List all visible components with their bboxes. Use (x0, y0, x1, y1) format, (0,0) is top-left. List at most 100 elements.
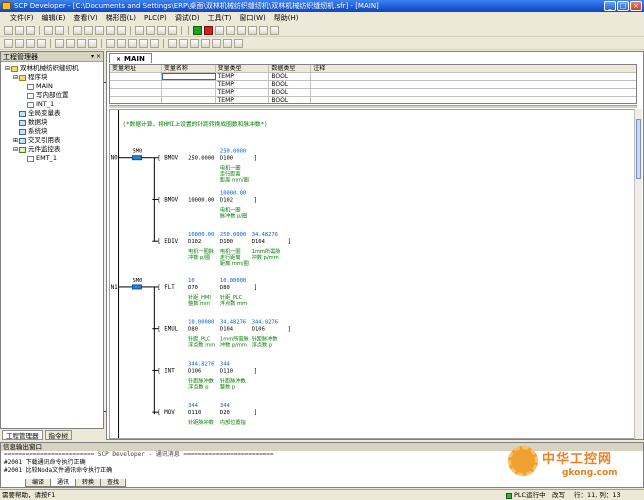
compile-icon[interactable] (146, 26, 155, 35)
table-cell[interactable] (161, 73, 216, 80)
step-icon[interactable] (226, 26, 235, 35)
table-cell[interactable] (162, 97, 216, 103)
tab-find[interactable]: 查找 (100, 479, 127, 487)
delete-row-icon[interactable] (179, 39, 188, 48)
table-cell[interactable]: TEMP (216, 89, 270, 96)
cut-icon[interactable] (73, 26, 82, 35)
menu-file[interactable]: 文件(F) (6, 12, 38, 24)
zoom-out-icon[interactable] (234, 39, 243, 48)
table-row[interactable]: TEMP BOOL (110, 73, 636, 81)
copy-icon[interactable] (84, 26, 93, 35)
menu-ladder[interactable]: 梯形图(L) (102, 12, 140, 24)
pane-controls[interactable]: ▾ × (91, 52, 101, 62)
reset-coil-icon[interactable] (150, 39, 159, 48)
tree-item[interactable]: ⊟ 元件监控表 (4, 145, 103, 154)
new-file-icon[interactable] (4, 26, 13, 35)
delete-network-icon[interactable] (201, 39, 210, 48)
expand-toggle-icon[interactable]: ⊟ (12, 73, 19, 82)
stop-icon[interactable] (204, 26, 213, 35)
tree-item[interactable]: 数据块 (4, 118, 103, 127)
ladder-diagram[interactable]: (*数据计算，将HMI上设置的针距转换成圈数和脉冲数*)N0N1SM0SM0[B… (109, 109, 635, 439)
tab-close-icon[interactable]: × (116, 56, 121, 63)
write-icon[interactable] (259, 26, 268, 35)
scrollbar-thumb[interactable] (636, 119, 641, 179)
rising-edge-icon[interactable] (106, 39, 115, 48)
upload-icon[interactable] (157, 26, 166, 35)
table-cell[interactable] (110, 97, 162, 103)
tab-instruction-tree[interactable]: 指令树 (44, 430, 72, 440)
tree-item[interactable]: EMT_1 (4, 154, 103, 163)
undo-icon[interactable] (106, 26, 115, 35)
monitor-icon[interactable] (215, 26, 224, 35)
table-cell[interactable] (110, 73, 162, 80)
vline-icon[interactable] (66, 39, 75, 48)
expand-toggle-icon[interactable]: ⊟ (4, 64, 11, 73)
delete-hline-icon[interactable] (77, 39, 86, 48)
tab-communication[interactable]: 通讯 (50, 479, 77, 487)
close-button[interactable]: × (630, 1, 642, 11)
print-preview-icon[interactable] (55, 26, 64, 35)
minimize-button[interactable]: _ (604, 1, 616, 11)
tree-item[interactable]: 写内部位置 (4, 91, 103, 100)
menu-window[interactable]: 窗口(W) (235, 12, 269, 24)
insert-row-icon[interactable] (168, 39, 177, 48)
menu-edit[interactable]: 编辑(E) (38, 12, 70, 24)
menu-debug[interactable]: 调试(D) (171, 12, 204, 24)
open-folder-icon[interactable] (15, 26, 24, 35)
contact-icon[interactable] (131, 284, 142, 290)
help-icon[interactable] (270, 26, 279, 35)
zoom-in-icon[interactable] (223, 39, 232, 48)
hline-icon[interactable] (55, 39, 64, 48)
coil-icon[interactable] (26, 39, 35, 48)
menu-help[interactable]: 帮助(H) (270, 12, 303, 24)
column-header[interactable]: 变量类型 (216, 65, 270, 72)
tree-item[interactable]: ⊟ 程序块 (4, 73, 103, 82)
table-row[interactable]: TEMP BOOL (110, 81, 636, 89)
contact-icon[interactable] (131, 155, 142, 161)
download-icon[interactable] (168, 26, 177, 35)
table-cell[interactable] (311, 89, 636, 96)
table-cell[interactable] (311, 81, 636, 88)
table-cell[interactable] (162, 81, 216, 88)
insert-network-icon[interactable] (190, 39, 199, 48)
save-icon[interactable] (26, 26, 35, 35)
menu-view[interactable]: 查看(V) (69, 12, 101, 24)
splitter[interactable] (109, 105, 637, 108)
table-cell[interactable] (110, 89, 162, 96)
table-cell[interactable] (311, 97, 636, 103)
tree-item[interactable]: MAIN (4, 82, 103, 91)
run-icon[interactable] (193, 26, 202, 35)
paste-icon[interactable] (95, 26, 104, 35)
table-row[interactable]: TEMP BOOL (110, 89, 636, 97)
column-header[interactable]: 数据类型 (269, 65, 312, 72)
column-header[interactable]: 变量名称 (162, 65, 216, 72)
invert-icon[interactable] (128, 39, 137, 48)
comment-icon[interactable] (212, 39, 221, 48)
table-cell[interactable]: BOOL (269, 97, 312, 103)
contact-no-icon[interactable] (4, 39, 13, 48)
table-cell[interactable] (311, 73, 636, 80)
column-header[interactable]: 注释 (311, 65, 636, 72)
table-cell[interactable]: TEMP (216, 73, 270, 80)
expand-toggle-icon[interactable]: ⊞ (12, 136, 19, 145)
redo-icon[interactable] (117, 26, 126, 35)
tab-project-manager[interactable]: 工程管理器 (2, 430, 43, 440)
contact-nc-icon[interactable] (15, 39, 24, 48)
column-header[interactable]: 变量地址 (110, 65, 162, 72)
delete-vline-icon[interactable] (88, 39, 97, 48)
table-row[interactable]: TEMP BOOL (110, 97, 636, 103)
tree-item[interactable]: ⊟ 双林机械纺织缝纫机 (4, 64, 103, 73)
find-icon[interactable] (135, 26, 144, 35)
function-block-icon[interactable] (37, 39, 46, 48)
expand-toggle-icon[interactable]: ⊟ (12, 145, 19, 154)
tab-compile[interactable]: 编译 (25, 479, 52, 487)
table-cell[interactable] (162, 89, 216, 96)
tree-item[interactable]: INT_1 (4, 100, 103, 109)
set-coil-icon[interactable] (139, 39, 148, 48)
tab-main[interactable]: × MAIN (109, 53, 152, 63)
falling-edge-icon[interactable] (117, 39, 126, 48)
table-cell[interactable]: BOOL (269, 73, 312, 80)
menu-plc[interactable]: PLC(P) (140, 12, 171, 24)
table-cell[interactable]: BOOL (269, 89, 312, 96)
table-cell[interactable]: TEMP (216, 97, 270, 103)
